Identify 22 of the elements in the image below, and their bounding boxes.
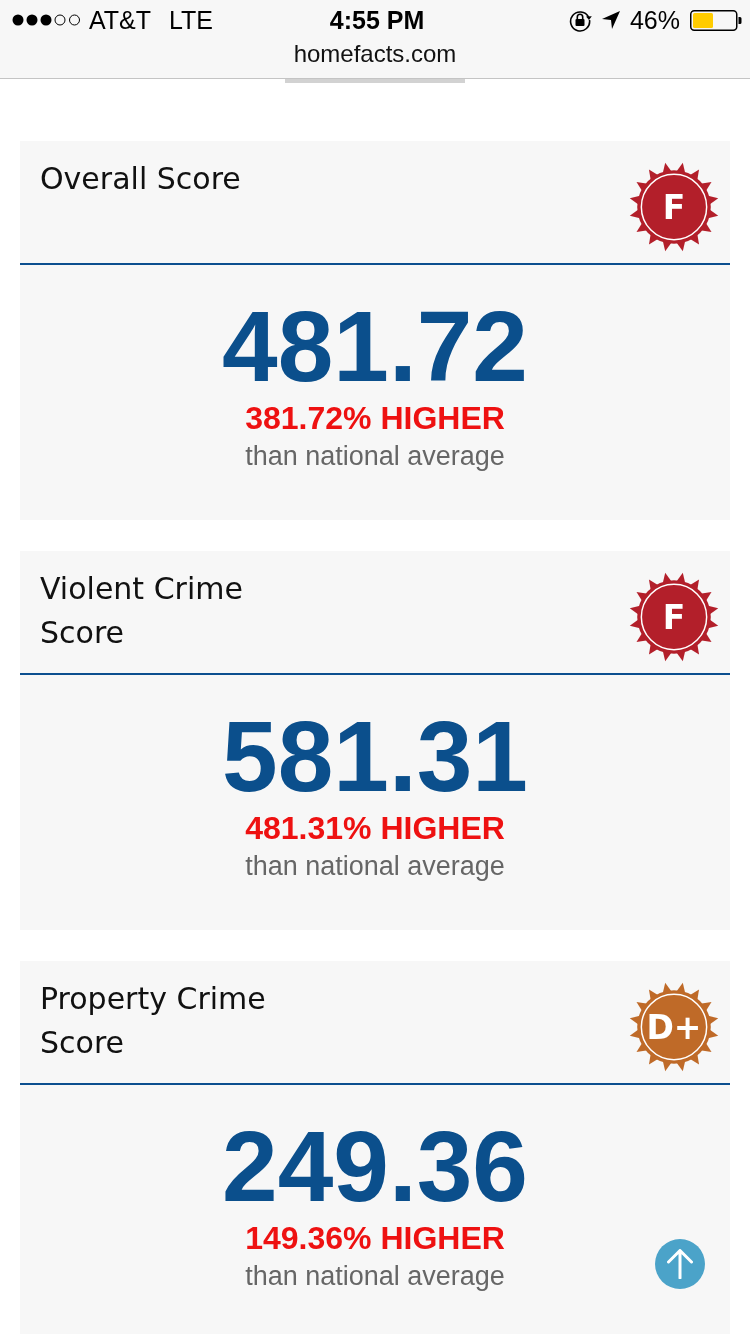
battery-percentage: 46%: [629, 5, 680, 35]
carrier-name: AT&T: [89, 5, 152, 35]
card-title: Property Crime Score: [40, 980, 267, 1062]
score-value: 249.36: [222, 1116, 528, 1216]
comparison-note: than national average: [245, 1260, 505, 1292]
orientation-lock-icon: [567, 8, 592, 32]
score-value: 581.31: [222, 706, 528, 806]
score-value: 481.72: [222, 296, 528, 396]
arrow-up-icon: [667, 1249, 693, 1279]
comparison-text: 381.72% HIGHER: [245, 400, 505, 436]
clock-time: 4:55 PM: [329, 5, 425, 35]
location-arrow-icon: [601, 11, 620, 29]
card-title: Violent Crime Score: [40, 570, 244, 652]
comparison-text: 149.36% HIGHER: [245, 1220, 505, 1256]
url-text[interactable]: homefacts.com: [293, 40, 457, 68]
comparison-note: than national average: [245, 850, 505, 882]
comparison-note: than national average: [245, 440, 505, 472]
comparison-text: 481.31% HIGHER: [245, 810, 505, 846]
battery-icon: [690, 9, 742, 31]
card-title: Overall Score: [40, 160, 241, 198]
network-type: LTE: [169, 5, 214, 35]
signal-icon: [12, 14, 81, 26]
